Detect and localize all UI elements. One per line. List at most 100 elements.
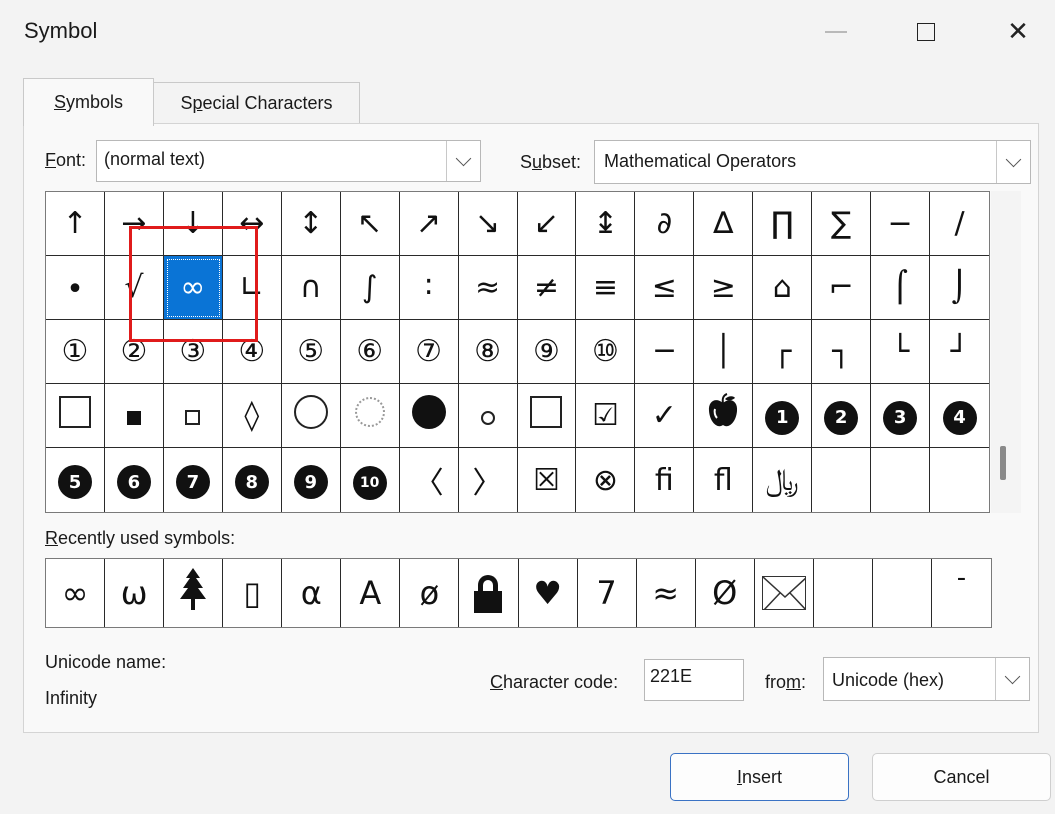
- symbol-cell[interactable]: 6: [105, 448, 164, 512]
- symbol-cell[interactable]: 9: [282, 448, 341, 512]
- symbol-cell[interactable]: [871, 448, 931, 512]
- symbol-cell[interactable]: ⑤: [281, 320, 341, 384]
- symbol-cell[interactable]: ↓: [163, 192, 223, 256]
- symbol-cell[interactable]: ②: [104, 320, 164, 384]
- maximize-button[interactable]: [898, 12, 954, 52]
- recent-symbol-cell[interactable]: ∞: [46, 559, 106, 627]
- symbol-cell[interactable]: ∩: [281, 256, 341, 320]
- insert-button[interactable]: Insert: [670, 753, 849, 801]
- symbol-cell[interactable]: [281, 384, 341, 448]
- symbol-cell[interactable]: ✓: [635, 384, 695, 448]
- symbol-cell[interactable]: [46, 384, 105, 448]
- recent-symbol-cell[interactable]: α: [282, 559, 342, 627]
- symbol-cell[interactable]: ≠: [517, 256, 577, 320]
- symbol-cell[interactable]: ⑨: [517, 320, 577, 384]
- symbol-cell[interactable]: ⑦: [399, 320, 459, 384]
- recent-symbol-cell[interactable]: -: [932, 559, 991, 627]
- symbol-cell[interactable]: ④: [222, 320, 282, 384]
- symbol-cell[interactable]: ∕: [930, 192, 989, 256]
- symbol-grid-scrollbar[interactable]: [991, 191, 1021, 513]
- symbol-cell[interactable]: 5: [46, 448, 105, 512]
- recent-symbol-cell[interactable]: ≈: [637, 559, 696, 627]
- symbol-cell[interactable]: √: [104, 256, 164, 320]
- symbol-cell[interactable]: ∶: [399, 256, 459, 320]
- symbol-cell[interactable]: ↨: [576, 192, 636, 256]
- recent-symbol-cell[interactable]: [459, 559, 519, 627]
- symbol-cell[interactable]: [517, 384, 577, 448]
- symbol-cell[interactable]: ↕: [281, 192, 341, 256]
- subset-dropdown-arrow[interactable]: [996, 141, 1030, 183]
- symbol-cell[interactable]: ①: [46, 320, 105, 384]
- symbol-cell[interactable]: [399, 384, 459, 448]
- symbol-cell[interactable]: [104, 384, 164, 448]
- symbol-cell[interactable]: ∆: [694, 192, 754, 256]
- tab-symbols[interactable]: Symbols: [23, 78, 154, 126]
- symbol-cell[interactable]: ⑩: [576, 320, 636, 384]
- symbol-cell[interactable]: →: [104, 192, 164, 256]
- recent-symbol-cell[interactable]: ω: [105, 559, 165, 627]
- symbol-cell[interactable]: [812, 448, 872, 512]
- recent-symbol-cell[interactable]: ‾: [873, 559, 932, 627]
- symbol-cell[interactable]: ☒: [518, 448, 577, 512]
- symbol-cell[interactable]: 1: [753, 384, 813, 448]
- font-dropdown-arrow[interactable]: [446, 141, 480, 181]
- symbol-cell[interactable]: 7: [164, 448, 223, 512]
- recent-symbol-cell[interactable]: ▯: [223, 559, 283, 627]
- symbol-cell[interactable]: ⊗: [576, 448, 636, 512]
- symbol-cell[interactable]: 4: [930, 384, 989, 448]
- symbol-cell[interactable]: ∫: [340, 256, 400, 320]
- recent-symbol-cell[interactable]: ♥: [519, 559, 578, 627]
- symbol-cell[interactable]: │: [694, 320, 754, 384]
- recent-symbol-cell[interactable]: 7: [578, 559, 637, 627]
- symbol-cell[interactable]: ┘: [930, 320, 989, 384]
- recent-symbol-cell[interactable]: [814, 559, 873, 627]
- symbol-cell[interactable]: ⌐: [812, 256, 872, 320]
- symbol-cell[interactable]: 10: [341, 448, 400, 512]
- symbol-cell[interactable]: ﷼: [753, 448, 813, 512]
- symbol-cell[interactable]: ┐: [812, 320, 872, 384]
- symbol-cell[interactable]: 2: [812, 384, 872, 448]
- tab-special-characters[interactable]: Sp ecial Characters: [153, 82, 360, 124]
- symbol-cell[interactable]: ⌡: [930, 256, 989, 320]
- symbol-cell[interactable]: ∂: [635, 192, 695, 256]
- symbol-cell[interactable]: ☑: [576, 384, 636, 448]
- symbol-cell[interactable]: ⑥: [340, 320, 400, 384]
- symbol-cell[interactable]: ≈: [458, 256, 518, 320]
- close-button[interactable]: ✕: [990, 12, 1046, 52]
- symbol-cell[interactable]: [163, 384, 223, 448]
- symbol-cell[interactable]: ﬂ: [694, 448, 754, 512]
- symbol-cell[interactable]: └: [871, 320, 931, 384]
- symbol-cell[interactable]: [694, 384, 754, 448]
- symbol-cell[interactable]: 3: [871, 384, 931, 448]
- symbol-cell[interactable]: ③: [163, 320, 223, 384]
- symbol-cell[interactable]: ∟: [222, 256, 282, 320]
- symbol-cell-selected[interactable]: ∞: [163, 256, 223, 320]
- scrollbar-thumb[interactable]: [1000, 446, 1006, 480]
- symbol-cell[interactable]: ﬁ: [635, 448, 695, 512]
- symbol-cell[interactable]: ─: [635, 320, 695, 384]
- symbol-cell[interactable]: 8: [223, 448, 282, 512]
- character-code-input[interactable]: 221E: [644, 659, 744, 701]
- symbol-cell[interactable]: ≥: [694, 256, 754, 320]
- recent-symbol-cell[interactable]: [755, 559, 814, 627]
- symbol-cell[interactable]: ⌠: [871, 256, 931, 320]
- symbol-cell[interactable]: 〉: [459, 448, 518, 512]
- minimize-button[interactable]: [808, 12, 864, 52]
- symbol-cell[interactable]: ≤: [635, 256, 695, 320]
- symbol-cell[interactable]: ≡: [576, 256, 636, 320]
- symbol-cell[interactable]: ∙: [46, 256, 105, 320]
- symbol-cell[interactable]: ↖: [340, 192, 400, 256]
- symbol-cell[interactable]: ↘: [458, 192, 518, 256]
- symbol-cell[interactable]: ┌: [753, 320, 813, 384]
- symbol-cell[interactable]: [340, 384, 400, 448]
- cancel-button[interactable]: Cancel: [872, 753, 1051, 801]
- symbol-cell[interactable]: 〈: [400, 448, 459, 512]
- recent-symbol-cell[interactable]: [164, 559, 224, 627]
- recent-symbol-cell[interactable]: Ø: [696, 559, 755, 627]
- symbol-cell[interactable]: [458, 384, 518, 448]
- symbol-cell[interactable]: ↗: [399, 192, 459, 256]
- recent-symbol-cell[interactable]: A: [341, 559, 401, 627]
- recent-symbol-cell[interactable]: ø: [400, 559, 460, 627]
- symbol-cell[interactable]: ⑧: [458, 320, 518, 384]
- symbol-cell[interactable]: ↑: [46, 192, 105, 256]
